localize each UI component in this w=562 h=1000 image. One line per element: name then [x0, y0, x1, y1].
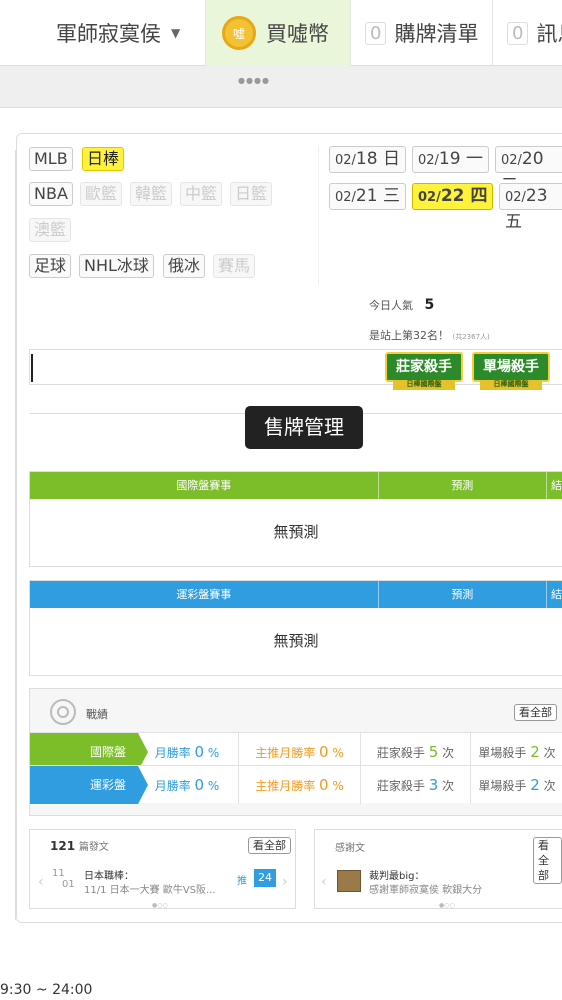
col-prediction: 預測 — [379, 472, 547, 499]
popularity: 今日人氣 5 — [369, 297, 434, 313]
single-killer-label: 單場殺手 — [483, 359, 539, 375]
chevron-left-icon[interactable]: ‹ — [38, 874, 44, 890]
user-name: 軍師寂寞侯 — [56, 22, 161, 46]
single-killer-badge: 單場殺手 日棒國際盤 — [472, 352, 550, 390]
sport-tag-soccer[interactable]: 足球 — [29, 254, 72, 278]
col-result: 結 — [551, 479, 562, 492]
record-stats: 戰績 看全部 國際盤 月勝率 0 % 主推月勝率 0 % 莊家殺手 5 次 單場… — [29, 688, 562, 816]
banker-killer-sub: 日棒國際盤 — [406, 380, 442, 388]
stats-title: 戰績 — [86, 708, 108, 721]
banner-strip: ●●●● — [0, 66, 562, 108]
service-hours: 9:30 ~ 24:00 — [0, 982, 93, 998]
carousel-dots[interactable]: ●○○ — [152, 902, 168, 909]
lottery-prediction-table: 運彩盤賽事 預測 結 無預測 — [29, 580, 562, 676]
post-desc[interactable]: 11/1 日本一大賽 歐牛VS阪... — [84, 881, 216, 896]
posts-count: 121 — [50, 839, 76, 853]
thanks-view-all-button[interactable]: 看全部 — [533, 837, 562, 884]
thanks-author[interactable]: 裁判最big： — [369, 867, 424, 882]
sport-tag-jp-baseball[interactable]: 日棒 — [82, 147, 125, 171]
site-rank: 是站上第32名！ (共2367人) — [369, 327, 490, 343]
table-header: 國際盤賽事 預測 結 — [30, 472, 562, 499]
messages-label: 訊息 — [536, 22, 562, 46]
post-title[interactable]: 日本職棒： — [84, 867, 134, 882]
col-match: 運彩盤賽事 — [30, 581, 379, 608]
banker-killer-count: 莊家殺手 3 次 — [360, 766, 470, 804]
empty-message: 無預測 — [273, 632, 319, 650]
top-nav: 軍師寂寞侯 ▼ 噓 買噓幣 0 購牌清單 0 訊息 — [0, 0, 562, 66]
rank-note: (共2367人) — [452, 333, 490, 341]
user-menu[interactable]: 軍師寂寞侯 ▼ — [0, 0, 205, 66]
stats-row-label: 運彩盤 — [30, 766, 148, 804]
single-killer-count: 單場殺手 2 次 — [470, 766, 562, 804]
posts-header: 121 篇發文 — [50, 838, 109, 853]
intl-prediction-table: 國際盤賽事 預測 結 無預測 — [29, 471, 562, 567]
posts-label: 篇發文 — [78, 842, 109, 853]
posts-view-all-button[interactable]: 看全部 — [248, 837, 291, 854]
date-button[interactable]: 02/21 三 — [329, 183, 406, 210]
coin-icon: 噓 — [222, 16, 256, 50]
avatar — [337, 870, 361, 892]
rank-text: 是站上第32名！ — [369, 329, 449, 342]
sport-tag-horse-racing: 賽馬 — [213, 254, 256, 278]
col-match: 國際盤賽事 — [30, 472, 379, 499]
carousel-dots[interactable]: ●●●● — [238, 76, 270, 85]
empty-message: 無預測 — [273, 523, 319, 541]
sport-tag-eu-basketball: 歐籃 — [80, 182, 123, 206]
col-result: 結 — [551, 588, 562, 601]
buy-coin-button[interactable]: 噓 買噓幣 — [205, 0, 350, 66]
thanks-box: 感謝文 看全部 ‹ 裁判最big： 感謝軍師寂寞侯 軟銀大分 ●○○ — [314, 829, 562, 909]
thanks-desc[interactable]: 感謝軍師寂寞侯 軟銀大分 — [369, 881, 482, 896]
push-label: 推 — [237, 876, 247, 887]
cart-count: 0 — [365, 21, 387, 45]
push-count: 24 — [254, 869, 276, 887]
cart-label: 購牌清單 — [394, 22, 479, 46]
date-button[interactable]: 02/23 五 — [499, 183, 562, 232]
banker-killer-label: 莊家殺手 — [396, 359, 452, 375]
banker-killer-badge: 莊家殺手 日棒國際盤 — [385, 352, 463, 390]
table-header: 運彩盤賽事 預測 結 — [30, 581, 562, 608]
chevron-left-icon[interactable]: ‹ — [321, 874, 327, 890]
sport-tag-au-basketball: 澳籃 — [29, 218, 72, 242]
sport-tag-nba[interactable]: NBA — [29, 182, 73, 206]
date-button[interactable]: 02/19 一 — [412, 146, 489, 173]
post-date: 11 01 — [52, 868, 75, 890]
popularity-label: 今日人氣 — [369, 299, 413, 312]
sport-tag-kr-basketball: 韓籃 — [130, 182, 173, 206]
sport-tag-nhl[interactable]: NHL冰球 — [79, 254, 154, 278]
stats-row-lottery: 運彩盤 月勝率 0 % 主推月勝率 0 % 莊家殺手 3 次 單場殺手 2 次 — [30, 765, 562, 804]
sport-tag-ru-hockey[interactable]: 俄冰 — [163, 254, 206, 278]
sport-tag-mlb[interactable]: MLB — [29, 147, 73, 171]
month-win-rate: 月勝率 0 % — [154, 776, 220, 794]
posts-box: 121 篇發文 看全部 ‹ 11 01 日本職棒： 11/1 日本一大賽 歐牛VS… — [29, 829, 296, 909]
single-killer-sub: 日棒國際盤 — [493, 380, 529, 388]
col-prediction: 預測 — [379, 581, 547, 608]
stats-view-all-button[interactable]: 看全部 — [514, 704, 557, 721]
chevron-down-icon: ▼ — [171, 26, 181, 40]
popularity-value: 5 — [424, 297, 435, 313]
message-count: 0 — [507, 21, 529, 45]
sport-tag-jp-basketball: 日籃 — [230, 182, 273, 206]
buy-coin-label: 買噓幣 — [266, 22, 329, 46]
messages-link[interactable]: 0 訊息 — [492, 0, 562, 66]
divider — [318, 145, 319, 285]
text-caret — [31, 354, 33, 382]
chevron-right-icon[interactable]: › — [282, 874, 288, 890]
date-button[interactable]: 02/20 二 — [495, 146, 562, 195]
cart-link[interactable]: 0 購牌清單 — [350, 0, 492, 66]
main-month-win-rate: 主推月勝率 0 % — [238, 766, 360, 804]
sport-tag-cn-basketball: 中籃 — [180, 182, 223, 206]
date-button-selected[interactable]: 02/22 四 — [412, 183, 494, 210]
thanks-title: 感謝文 — [335, 843, 365, 854]
left-sidebar-edge — [0, 150, 16, 920]
date-button[interactable]: 02/18 日 — [329, 146, 406, 173]
target-icon — [50, 699, 76, 725]
sell-management-tooltip: 售牌管理 — [245, 406, 363, 449]
carousel-dots[interactable]: ●○○ — [439, 902, 455, 909]
